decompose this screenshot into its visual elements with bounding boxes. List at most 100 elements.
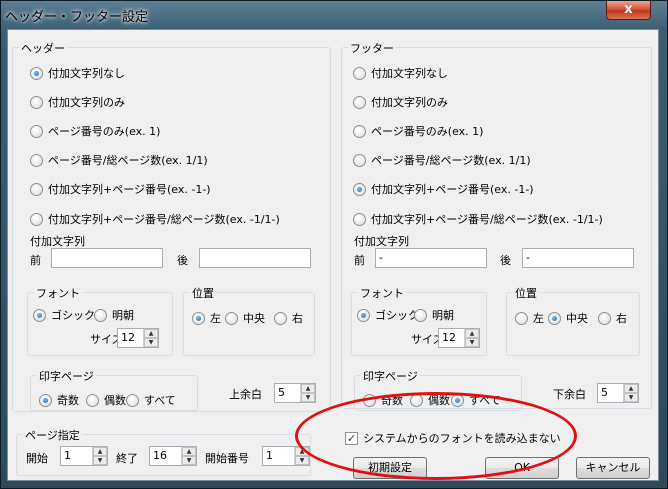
radio-icon[interactable] (598, 311, 611, 325)
spin-up-icon[interactable]: ▲ (301, 384, 315, 393)
header-after-input[interactable] (199, 248, 311, 268)
spin-up-icon[interactable]: ▲ (93, 447, 107, 456)
radio-icon[interactable] (192, 311, 205, 325)
header-option-text-only[interactable]: 付加文字列のみ (30, 94, 125, 110)
header-option-text-page[interactable]: 付加文字列+ページ番号(ex. -1-) (30, 181, 211, 197)
radio-icon[interactable] (126, 393, 139, 407)
header-before-input[interactable] (51, 248, 163, 268)
header-font-mincho[interactable]: 明朝 (94, 307, 134, 323)
radio-icon[interactable] (357, 308, 370, 322)
header-margin-spinner[interactable]: 5 ▲ ▼ (274, 383, 316, 403)
header-print-all[interactable]: すべて (126, 392, 176, 408)
footer-font-gothic-label: ゴシック (375, 309, 419, 322)
footer-option-label: 付加文字列+ページ番号(ex. -1-) (371, 183, 534, 196)
header-position-right[interactable]: 右 (274, 310, 303, 326)
footer-option-text-page[interactable]: 付加文字列+ページ番号(ex. -1-) (353, 181, 534, 197)
radio-icon[interactable] (225, 311, 238, 325)
spin-up-icon[interactable]: ▲ (465, 329, 479, 338)
radio-icon[interactable] (515, 311, 528, 325)
radio-icon[interactable] (353, 95, 366, 109)
footer-option-none[interactable]: 付加文字列なし (353, 65, 448, 81)
spin-up-icon[interactable]: ▲ (144, 329, 158, 338)
header-option-none[interactable]: 付加文字列なし (30, 65, 125, 81)
spin-up-icon[interactable]: ▲ (624, 384, 638, 393)
footer-after-input[interactable]: - (522, 248, 634, 268)
page-start-spinner[interactable]: 1 ▲ ▼ (60, 446, 108, 466)
radio-icon[interactable] (353, 212, 366, 226)
header-print-even[interactable]: 偶数 (86, 392, 126, 408)
radio-icon[interactable] (353, 153, 366, 167)
spin-down-icon[interactable]: ▼ (93, 456, 107, 465)
footer-position-center[interactable]: 中央 (548, 310, 588, 326)
radio-icon[interactable] (30, 212, 43, 226)
footer-option-text-page-total[interactable]: 付加文字列+ページ番号/総ページ数(ex. -1/1-) (353, 211, 603, 227)
spin-down-icon[interactable]: ▼ (465, 338, 479, 347)
header-position-left[interactable]: 左 (192, 310, 221, 326)
checkbox-checked-icon[interactable]: ✓ (345, 431, 358, 445)
spin-down-icon[interactable]: ▼ (301, 393, 315, 402)
spin-down-icon[interactable]: ▼ (144, 338, 158, 347)
radio-icon[interactable] (414, 308, 427, 322)
footer-option-label: ページ番号/総ページ数(ex. 1/1) (371, 154, 531, 167)
footer-print-all[interactable]: すべて (451, 392, 501, 408)
radio-icon[interactable] (39, 393, 52, 407)
radio-icon[interactable] (86, 393, 99, 407)
page-start-label: 開始 (26, 452, 48, 465)
radio-icon[interactable] (94, 308, 107, 322)
radio-icon[interactable] (410, 393, 423, 407)
header-print-odd[interactable]: 奇数 (39, 392, 79, 408)
radio-icon[interactable] (30, 66, 43, 80)
footer-print-odd[interactable]: 奇数 (363, 392, 403, 408)
spin-up-icon[interactable]: ▲ (182, 447, 196, 456)
page-end-spinner[interactable]: 16 ▲ ▼ (149, 446, 197, 466)
radio-icon[interactable] (30, 95, 43, 109)
radio-icon[interactable] (548, 311, 561, 325)
page-start-value: 1 (64, 449, 71, 462)
radio-icon[interactable] (33, 308, 46, 322)
footer-position-left-label: 左 (533, 312, 544, 325)
radio-icon[interactable] (274, 311, 287, 325)
footer-option-text-only[interactable]: 付加文字列のみ (353, 94, 448, 110)
header-font-gothic[interactable]: ゴシック (33, 307, 95, 323)
page-start-number-spinner[interactable]: 1 ▲ ▼ (262, 446, 310, 466)
page-end-label: 終了 (116, 452, 138, 465)
close-button[interactable]: x (606, 1, 651, 20)
footer-position-center-label: 中央 (566, 312, 588, 325)
radio-icon[interactable] (353, 66, 366, 80)
header-position-center[interactable]: 中央 (225, 310, 265, 326)
radio-icon[interactable] (30, 124, 43, 138)
footer-font-size-spinner[interactable]: 12 ▲ ▼ (438, 328, 480, 348)
cancel-button[interactable]: キャンセル (576, 457, 650, 479)
radio-icon[interactable] (451, 393, 464, 407)
radio-icon[interactable] (353, 182, 366, 196)
spinner-arrows: ▲ ▼ (92, 447, 107, 465)
footer-position-left[interactable]: 左 (515, 310, 544, 326)
spin-down-icon[interactable]: ▼ (182, 456, 196, 465)
header-option-page-number[interactable]: ページ番号のみ(ex. 1) (30, 123, 160, 139)
footer-font-mincho[interactable]: 明朝 (414, 307, 454, 323)
footer-position-right[interactable]: 右 (598, 310, 627, 326)
spin-down-icon[interactable]: ▼ (295, 456, 309, 465)
footer-font-gothic[interactable]: ゴシック (357, 307, 419, 323)
footer-margin-spinner[interactable]: 5 ▲ ▼ (597, 383, 639, 403)
radio-icon[interactable] (30, 153, 43, 167)
radio-icon[interactable] (363, 393, 376, 407)
footer-before-input[interactable]: - (375, 248, 487, 268)
radio-icon[interactable] (353, 124, 366, 138)
header-position-right-label: 右 (292, 312, 303, 325)
system-font-checkbox-row[interactable]: ✓ システムからのフォントを読み込まない (345, 430, 561, 446)
spin-up-icon[interactable]: ▲ (295, 447, 309, 456)
radio-icon[interactable] (30, 182, 43, 196)
footer-option-page-total[interactable]: ページ番号/総ページ数(ex. 1/1) (353, 152, 531, 168)
header-option-text-page-total[interactable]: 付加文字列+ページ番号/総ページ数(ex. -1/1-) (30, 211, 280, 227)
footer-print-even[interactable]: 偶数 (410, 392, 450, 408)
footer-option-label: 付加文字列なし (371, 67, 448, 80)
title-bar[interactable]: ヘッダー・フッター設定 x (1, 1, 667, 29)
ok-button[interactable]: OK (485, 457, 559, 479)
footer-margin-value: 5 (601, 386, 608, 399)
reset-button[interactable]: 初期設定 (353, 457, 427, 479)
header-font-size-spinner[interactable]: 12 ▲ ▼ (117, 328, 159, 348)
spin-down-icon[interactable]: ▼ (624, 393, 638, 402)
header-option-page-total[interactable]: ページ番号/総ページ数(ex. 1/1) (30, 152, 208, 168)
footer-option-page-number[interactable]: ページ番号のみ(ex. 1) (353, 123, 483, 139)
